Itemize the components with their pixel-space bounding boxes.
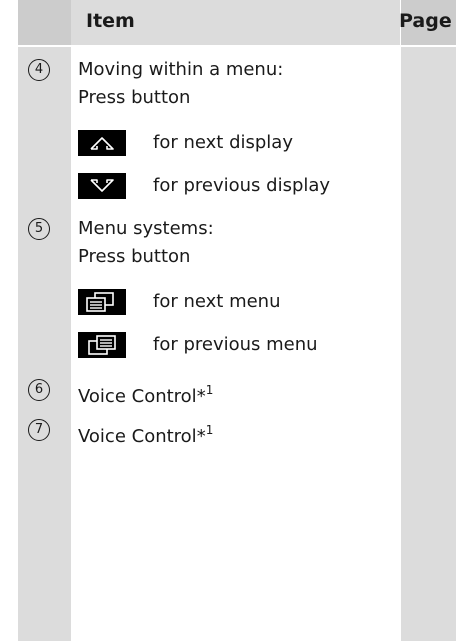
item-number-badge: 5 <box>28 218 50 240</box>
table-header <box>18 0 456 47</box>
header-item-label: Item <box>86 10 135 32</box>
number-column <box>18 0 71 641</box>
item-text-line: Voice Control*1 <box>78 423 214 447</box>
sub-item-label: for previous display <box>153 175 331 196</box>
sub-item-label: for previous menu <box>153 334 318 355</box>
arrow-up-icon <box>78 130 126 156</box>
item-number-badge: 4 <box>28 59 50 81</box>
item-text-line: Press button <box>78 246 191 267</box>
page-column <box>401 0 456 641</box>
item-text-line: Menu systems: <box>78 218 214 239</box>
item-text-line: Voice Control*1 <box>78 383 214 407</box>
item-number-badge: 7 <box>28 419 50 441</box>
item-text-line: Moving within a menu: <box>78 59 284 80</box>
item-text-line: Press button <box>78 87 191 108</box>
arrow-down-icon <box>78 173 126 199</box>
header-page-label: Page <box>399 10 452 32</box>
item-number-badge: 6 <box>28 379 50 401</box>
sub-item-label: for next display <box>153 132 293 153</box>
sub-item-label: for next menu <box>153 291 281 312</box>
previous-menu-icon <box>78 332 126 358</box>
next-menu-icon <box>78 289 126 315</box>
items-table: Item Page 4 Moving within a menu: Press … <box>18 0 456 641</box>
